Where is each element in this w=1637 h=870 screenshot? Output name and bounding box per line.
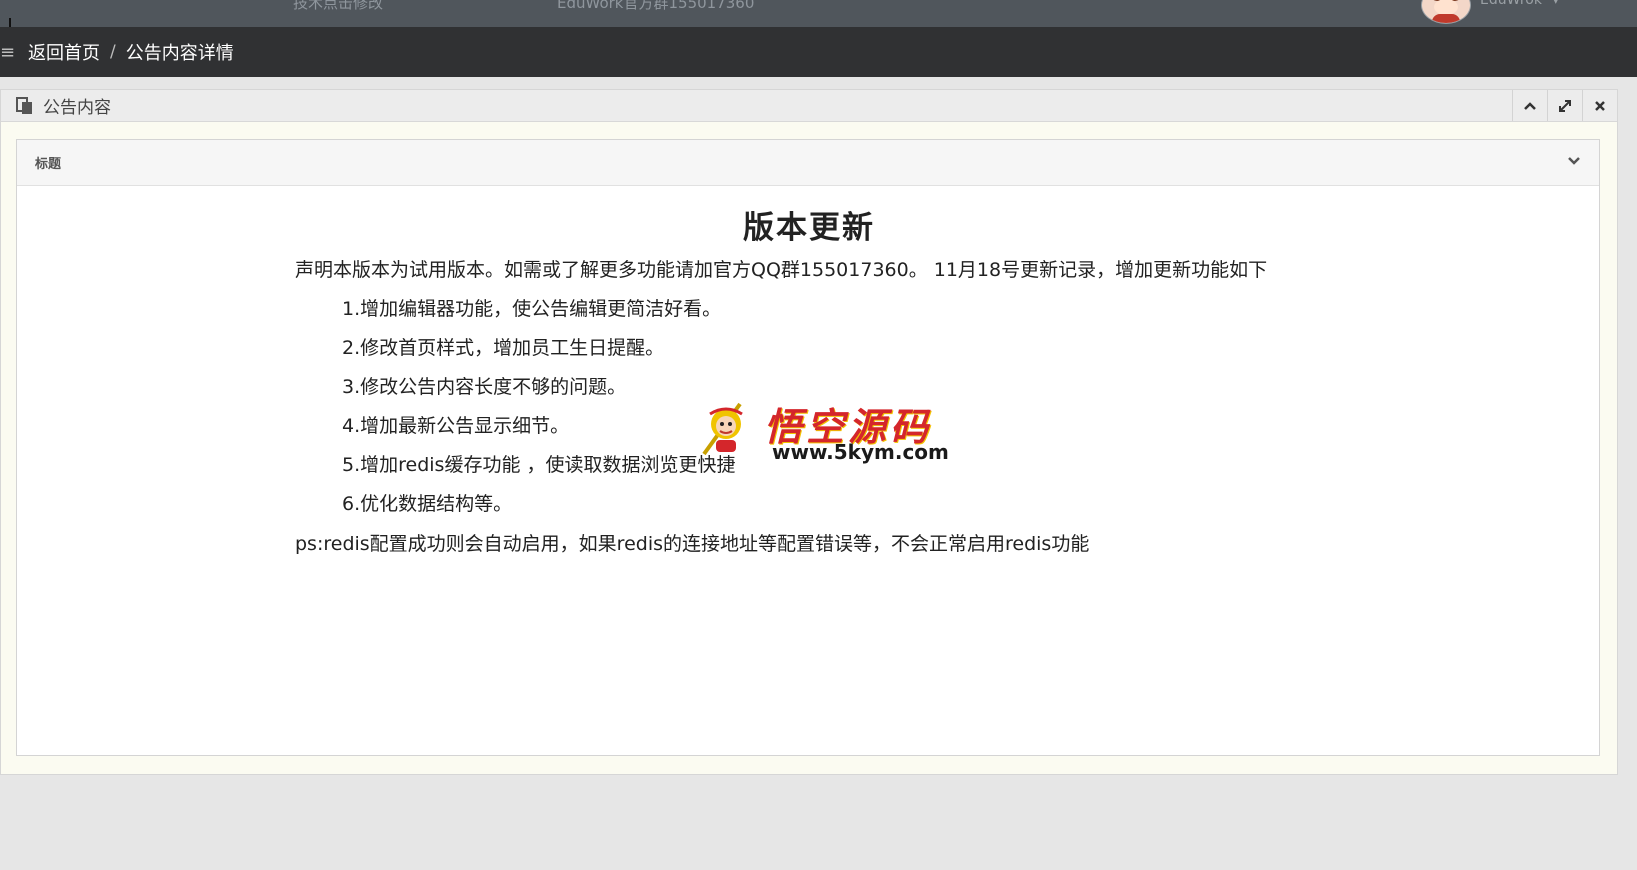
watermark-logo: 悟空源码 www.5kym.com bbox=[700, 396, 949, 466]
chevron-down-icon[interactable]: ▾ bbox=[1553, 0, 1559, 7]
menu-icon[interactable]: ≡ bbox=[0, 42, 22, 63]
article-item: 1.增加编辑器功能，使公告编辑更简洁好看。 bbox=[342, 298, 722, 320]
chevron-down-icon[interactable] bbox=[1567, 151, 1581, 170]
user-avatar[interactable] bbox=[1421, 0, 1471, 24]
watermark-url: www.5kym.com bbox=[772, 440, 949, 464]
copy-document-icon bbox=[15, 96, 35, 116]
article-item: 2.修改首页样式，增加员工生日提醒。 bbox=[342, 337, 665, 359]
monkey-king-icon bbox=[702, 402, 743, 456]
breadcrumb: ≡ 返回首页 / 公告内容详情 bbox=[0, 27, 1637, 77]
close-icon[interactable] bbox=[1582, 90, 1617, 121]
panel-tools bbox=[1512, 90, 1617, 121]
panel-header: 公告内容 bbox=[1, 90, 1617, 122]
article-note: ps:redis配置成功则会自动启用，如果redis的连接地址等配置错误等，不会… bbox=[295, 533, 1090, 555]
article-title: 版本更新 bbox=[743, 210, 875, 246]
text-cursor bbox=[9, 18, 11, 27]
section-label: 标题 bbox=[35, 157, 62, 172]
top-nav-text-middle: EduWork官方群155017360 bbox=[557, 0, 755, 12]
article-item: 6.优化数据结构等。 bbox=[342, 493, 513, 515]
breadcrumb-separator: / bbox=[110, 42, 116, 62]
panel-title: 公告内容 bbox=[43, 98, 111, 118]
article-item: 3.修改公告内容长度不够的问题。 bbox=[342, 376, 627, 398]
article-item: 5.增加redis缓存功能 ，使读取数据浏览更快捷 bbox=[342, 454, 736, 476]
expand-icon[interactable] bbox=[1547, 90, 1582, 121]
section-header[interactable]: 标题 bbox=[17, 140, 1599, 186]
collapse-icon[interactable] bbox=[1512, 90, 1547, 121]
breadcrumb-current: 公告内容详情 bbox=[125, 43, 234, 64]
breadcrumb-home-link[interactable]: 返回首页 bbox=[28, 39, 100, 65]
article-intro: 声明本版本为试用版本。如需或了解更多功能请加官方QQ群155017360。 11… bbox=[295, 259, 1268, 281]
top-nav-text-left: 技术点击修改 bbox=[293, 0, 384, 12]
user-name[interactable]: EduWrok bbox=[1480, 0, 1542, 8]
top-navbar: 技术点击修改 EduWork官方群155017360 EduWrok ▾ bbox=[0, 0, 1637, 27]
article-item: 4.增加最新公告显示细节。 bbox=[342, 415, 570, 437]
